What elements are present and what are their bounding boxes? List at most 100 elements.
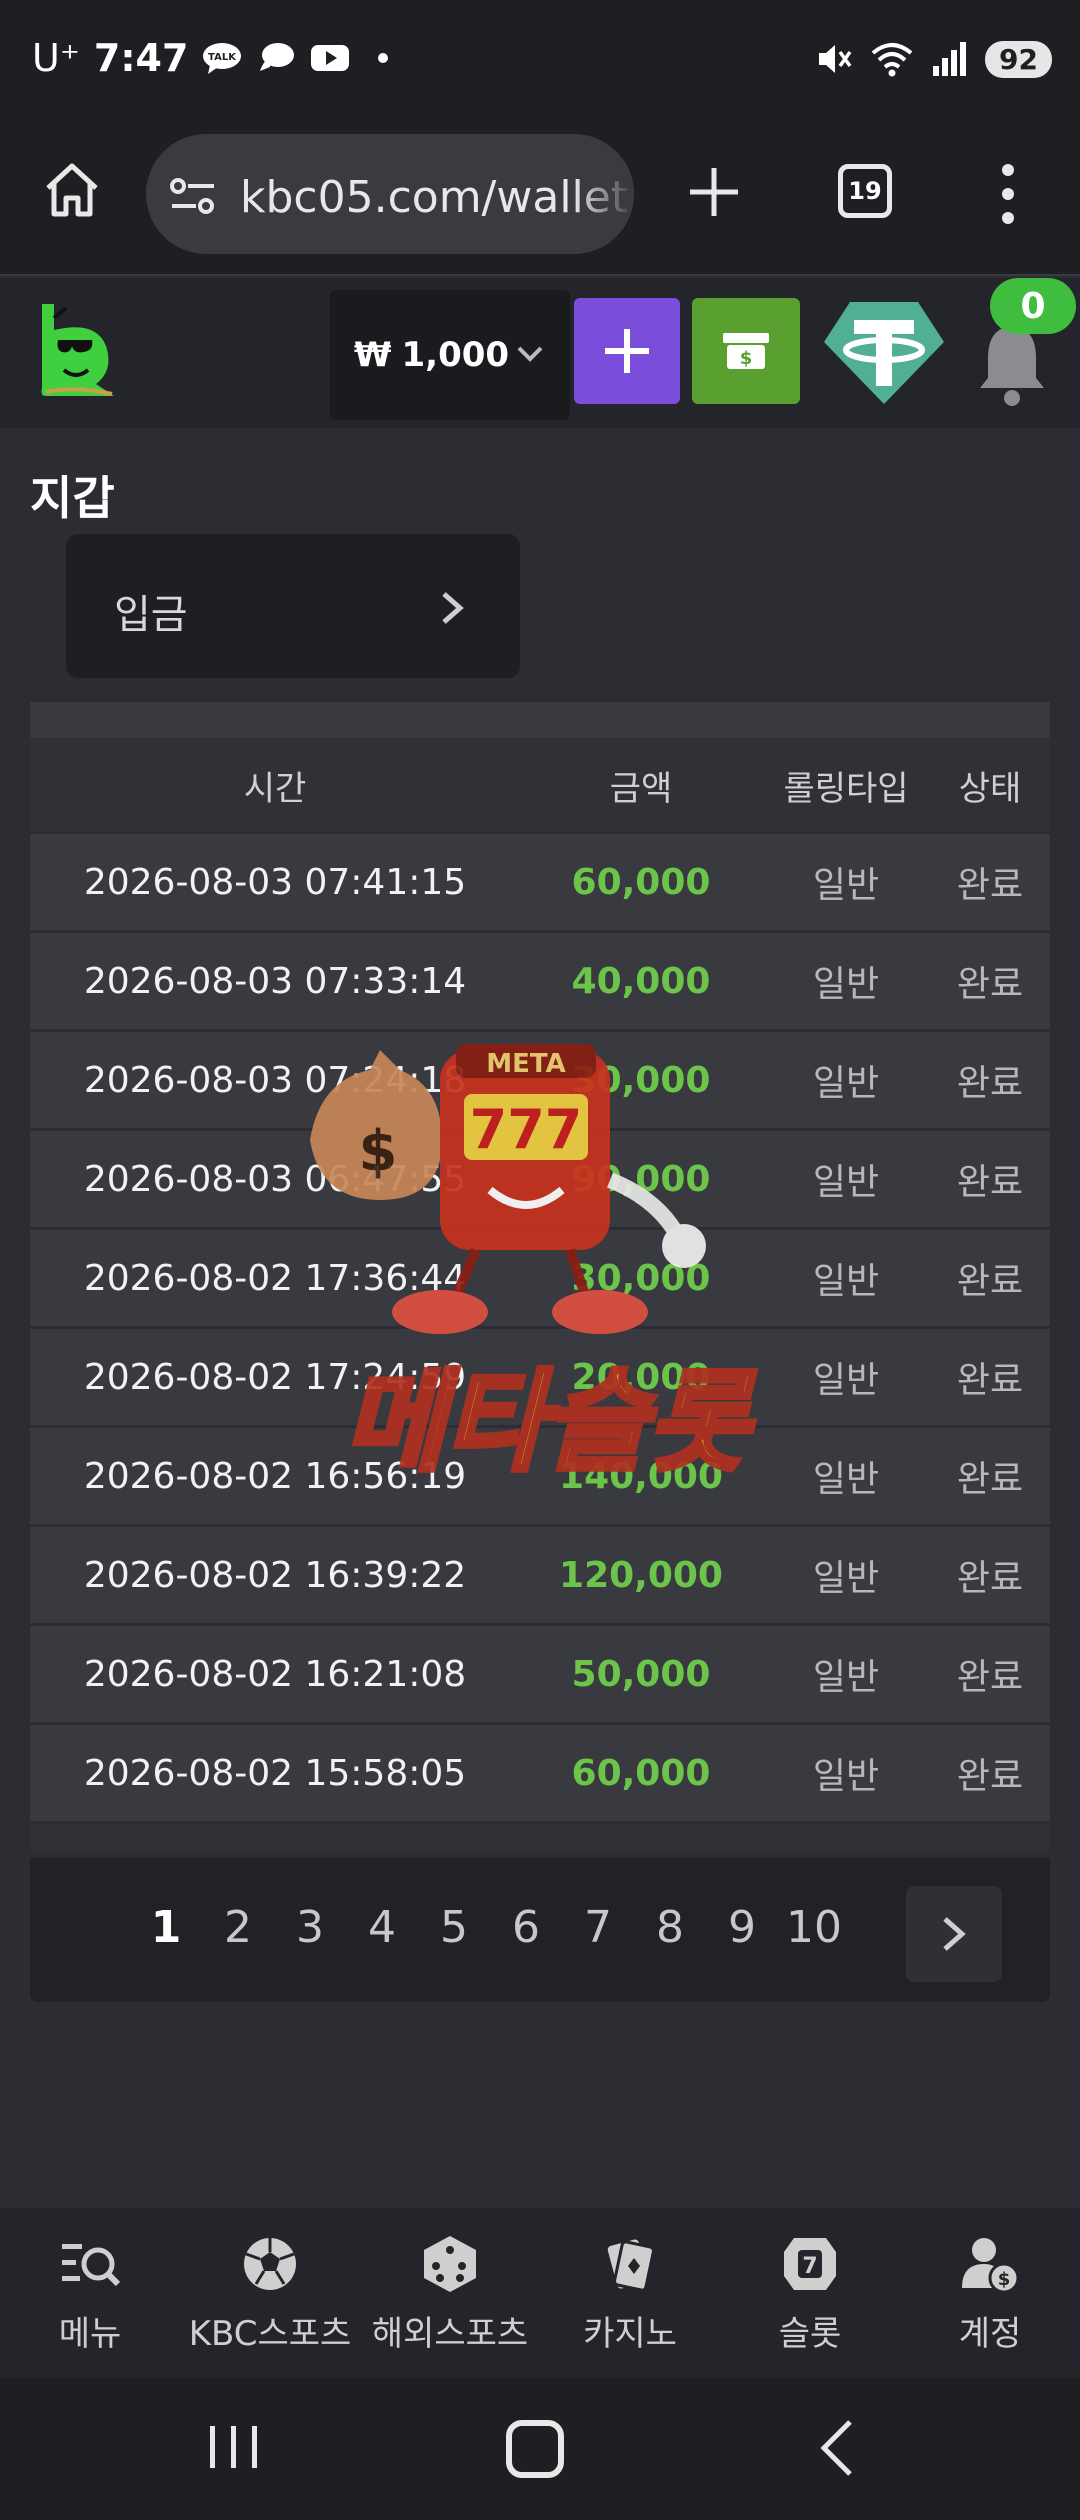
cell-status: 완료 <box>956 865 1024 906</box>
deposit-tab-label: 입금 <box>114 592 188 638</box>
table-row: 2026-08-03 07:33:14 40,000 일반 완료 <box>30 933 1050 1032</box>
menu-search-icon <box>62 2243 121 2286</box>
withdraw-button[interactable]: $ <box>692 298 800 404</box>
chevron-down-icon <box>517 346 543 362</box>
table-row: 2026-08-03 07:41:15 60,000 일반 완료 <box>30 834 1050 933</box>
deposit-tab[interactable]: 입금 <box>66 534 520 678</box>
clock: 7:47 <box>93 36 189 80</box>
cell-time: 2026-08-02 16:21:08 <box>83 1653 467 1695</box>
cell-rolling-type: 일반 <box>812 1162 880 1203</box>
status-left: U⁺ 7:47 TALK <box>32 36 389 80</box>
nav-account[interactable]: $ 계정 <box>900 2208 1080 2378</box>
cell-status: 완료 <box>956 1459 1024 1500</box>
cell-rolling-type: 일반 <box>812 1459 880 1500</box>
tab-switcher-button[interactable]: 19 <box>838 164 892 218</box>
tether-icon[interactable] <box>822 298 946 406</box>
table-row: 2026-08-02 17:24:59 20,000 일반 완료 <box>30 1329 1050 1428</box>
table-row: 2026-08-03 07:24:18 30,000 일반 완료 <box>30 1032 1050 1131</box>
nav-kbc-sports[interactable]: KBC스포츠 <box>180 2208 360 2378</box>
page-number-3[interactable]: 3 <box>274 1902 346 1953</box>
system-home-button[interactable] <box>506 2420 564 2478</box>
pagination: 1 2 3 4 5 6 7 8 9 10 <box>30 1858 1050 2002</box>
nav-overseas-sports-label: 해외스포츠 <box>371 2313 529 2354</box>
cash-register-icon: $ <box>723 333 769 369</box>
nav-casino-label: 카지노 <box>583 2313 677 2354</box>
cell-status: 완료 <box>956 964 1024 1005</box>
page-number-5[interactable]: 5 <box>418 1902 490 1953</box>
url-text: kbc05.com/wallet <box>240 172 629 223</box>
header-status: 상태 <box>958 768 1022 809</box>
page-number-7[interactable]: 7 <box>562 1902 634 1953</box>
nav-slot[interactable]: 7 슬롯 <box>720 2208 900 2378</box>
header-time: 시간 <box>243 768 307 809</box>
cell-status: 완료 <box>956 1063 1024 1104</box>
app-header: ₩ 1,000 $ 0 <box>0 278 1080 428</box>
cell-time: 2026-08-02 15:58:05 <box>83 1752 467 1794</box>
url-fade <box>574 134 634 254</box>
cell-rolling-type: 일반 <box>812 1558 880 1599</box>
cell-time: 2026-08-03 07:24:18 <box>83 1059 467 1101</box>
svg-text:TALK: TALK <box>208 52 237 63</box>
cell-time: 2026-08-03 06:47:55 <box>83 1158 467 1200</box>
address-bar[interactable]: kbc05.com/wallet <box>146 134 634 254</box>
site-settings-icon[interactable] <box>168 176 218 216</box>
slot-icon: 7 <box>784 2237 836 2290</box>
more-menu-icon[interactable] <box>996 162 1020 226</box>
dice-icon <box>424 2235 476 2292</box>
cell-time: 2026-08-02 16:39:22 <box>83 1554 467 1596</box>
cell-time: 2026-08-02 17:36:44 <box>83 1257 467 1299</box>
header-rolling-type: 롤링타입 <box>783 768 909 809</box>
cell-time: 2026-08-02 17:24:59 <box>83 1356 467 1398</box>
cell-rolling-type: 일반 <box>812 1756 880 1797</box>
mute-icon <box>819 45 852 73</box>
nav-overseas-sports[interactable]: 해외스포츠 <box>360 2208 540 2378</box>
home-icon[interactable] <box>40 158 104 222</box>
page-number-9[interactable]: 9 <box>706 1902 778 1953</box>
add-funds-button[interactable] <box>574 298 680 404</box>
recent-apps-icon[interactable] <box>206 2422 262 2472</box>
browser-toolbar: kbc05.com/wallet 19 <box>0 120 1080 276</box>
site-logo-icon[interactable] <box>36 300 120 400</box>
bottom-navigation: 메뉴 KBC스포츠 해외스포츠 카지노 7 슬롯 $ 계정 <box>0 2208 1080 2378</box>
page-number-8[interactable]: 8 <box>634 1902 706 1953</box>
nav-menu-label: 메뉴 <box>58 2313 122 2354</box>
deposit-history-table: 시간 금액 롤링타입 상태 2026-08-03 07:41:15 60,000 일… <box>30 702 1050 1852</box>
next-page-button[interactable] <box>906 1886 1002 1982</box>
status-bar: U⁺ 7:47 TALK 92 <box>0 0 1080 120</box>
signal-icon <box>933 42 967 76</box>
page-number-2[interactable]: 2 <box>202 1902 274 1953</box>
nav-menu[interactable]: 메뉴 <box>0 2208 180 2378</box>
cell-rolling-type: 일반 <box>812 1657 880 1698</box>
chevron-right-icon <box>943 1917 966 1951</box>
svg-text:$: $ <box>998 2269 1011 2290</box>
nav-casino[interactable]: 카지노 <box>540 2208 720 2378</box>
new-tab-icon[interactable] <box>686 164 742 220</box>
cell-amount: 90,000 <box>571 1158 711 1200</box>
table-row: 2026-08-03 06:47:55 90,000 일반 완료 <box>30 1131 1050 1230</box>
notification-dot <box>378 53 389 63</box>
cell-amount: 60,000 <box>571 1752 711 1794</box>
cell-time: 2026-08-03 07:41:15 <box>83 861 467 903</box>
cell-rolling-type: 일반 <box>812 1063 880 1104</box>
nav-account-label: 계정 <box>958 2313 1022 2354</box>
page-number-4[interactable]: 4 <box>346 1902 418 1953</box>
battery-indicator: 92 <box>985 40 1052 78</box>
cell-status: 완료 <box>956 1360 1024 1401</box>
youtube-icon <box>311 45 350 71</box>
page-number-10[interactable]: 10 <box>778 1902 850 1953</box>
cell-status: 완료 <box>956 1657 1024 1698</box>
table-row: 2026-08-02 16:56:19 140,000 일반 완료 <box>30 1428 1050 1527</box>
cell-status: 완료 <box>956 1261 1024 1302</box>
page-number-6[interactable]: 6 <box>490 1902 562 1953</box>
table-header: 시간 금액 롤링타입 상태 <box>30 738 1050 834</box>
svg-text:7: 7 <box>802 2254 817 2279</box>
back-icon[interactable] <box>816 2418 856 2478</box>
cell-amount: 60,000 <box>571 861 711 903</box>
table-top-strip <box>30 702 1050 738</box>
nav-kbc-sports-label: KBC스포츠 <box>188 2313 352 2354</box>
cell-amount: 20,000 <box>571 1356 711 1398</box>
page-number-1[interactable]: 1 <box>130 1902 202 1953</box>
cell-amount: 50,000 <box>571 1653 711 1695</box>
chevron-right-icon <box>442 592 464 624</box>
balance-dropdown[interactable]: ₩ 1,000 <box>330 290 570 420</box>
